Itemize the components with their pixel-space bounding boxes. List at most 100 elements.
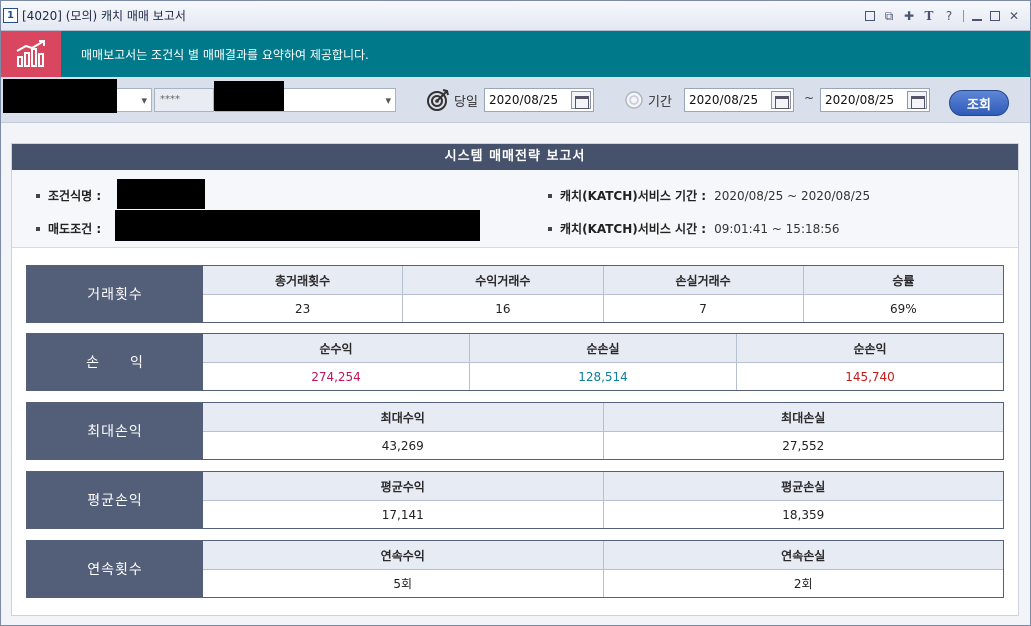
report-window: 1 [4020] (모의) 캐치 매매 보고서 ⧉ ✚ T ? ✕ 매매보고서는… — [0, 0, 1031, 626]
period-option[interactable]: 기간 — [624, 88, 672, 112]
total-trades-value: 23 — [203, 295, 403, 322]
max-pnl-table: 최대손익 최대수익 43,269 최대손실 27,552 — [26, 402, 1004, 460]
avg-profit-head: 평균수익 — [203, 472, 603, 501]
redacted-account — [3, 79, 117, 113]
win-rate-head: 승률 — [803, 266, 1003, 295]
period-from-value: 2020/08/25 — [689, 93, 759, 107]
condition-row: 조건식명 : — [36, 187, 109, 204]
chevron-down-icon: ▾ — [385, 94, 391, 107]
max-loss-head: 최대손실 — [603, 403, 1003, 432]
avg-loss-col: 평균손실 18,359 — [602, 472, 1003, 528]
window-number-badge: 1 — [3, 8, 18, 23]
today-date-field[interactable]: 2020/08/25 — [484, 88, 594, 112]
max-loss-col: 최대손실 27,552 — [602, 403, 1003, 459]
avg-loss-head: 평균손실 — [603, 472, 1003, 501]
today-date-value: 2020/08/25 — [489, 93, 559, 107]
minimize-icon[interactable] — [972, 18, 982, 21]
duplicate-icon[interactable]: ⧉ — [883, 10, 895, 22]
net-profit-value: 274,254 — [203, 363, 469, 390]
help-icon[interactable]: ? — [943, 10, 955, 22]
max-profit-head: 최대수익 — [203, 403, 603, 432]
net-pnl-value: 145,740 — [737, 363, 1003, 390]
service-period-label: 캐치(KATCH)서비스 기간 : — [560, 189, 707, 203]
max-profit-col: 최대수익 43,269 — [203, 403, 603, 459]
period-from-field[interactable]: 2020/08/25 — [684, 88, 794, 112]
report-panel: 시스템 매매전략 보고서 조건식명 : 매도조건 : 캐치(KATCH)서비스 … — [11, 143, 1019, 616]
redacted-name — [214, 81, 284, 111]
net-pnl-head: 순손익 — [737, 334, 1003, 363]
profit-trades-value: 16 — [403, 295, 603, 322]
redacted-condition — [117, 179, 205, 209]
avg-loss-value: 18,359 — [603, 501, 1003, 528]
win-streak-head: 연속수익 — [203, 541, 603, 570]
banner-text: 매매보고서는 조건식 별 매매결과를 요약하여 제공합니다. — [81, 47, 369, 62]
period-label: 기간 — [648, 94, 672, 110]
loss-streak-col: 연속손실 2회 — [602, 541, 1003, 597]
service-time-label: 캐치(KATCH)서비스 시간 : — [560, 222, 707, 236]
today-option[interactable]: 당일 — [426, 88, 478, 112]
period-to-field[interactable]: 2020/08/25 — [820, 88, 930, 112]
title-divider — [963, 9, 964, 22]
today-label: 당일 — [454, 94, 478, 110]
filter-toolbar: ▾ **** ▾ 당일 2020/08/25 기간 2020/08/25 ~ 2… — [1, 77, 1030, 123]
loss-streak-head: 연속손실 — [603, 541, 1003, 570]
streak-label: 연속횟수 — [27, 541, 203, 597]
info-banner: 매매보고서는 조건식 별 매매결과를 요약하여 제공합니다. — [1, 31, 1030, 77]
max-loss-value: 27,552 — [603, 432, 1003, 459]
pnl-label: 손 익 — [27, 334, 203, 390]
win-rate-col: 승률 69% — [802, 266, 1003, 322]
service-time-row: 캐치(KATCH)서비스 시간 : 09:01:41 ~ 15:18:56 — [548, 220, 840, 237]
net-profit-col: 순수익 274,254 — [203, 334, 469, 390]
max-profit-value: 43,269 — [203, 432, 603, 459]
chevron-down-icon: ▾ — [141, 94, 147, 107]
service-period-value: 2020/08/25 ~ 2020/08/25 — [714, 188, 871, 203]
target-icon — [427, 89, 449, 111]
sell-condition-label: 매도조건 : — [48, 222, 102, 236]
calendar-icon[interactable] — [907, 91, 927, 109]
max-pnl-label: 최대손익 — [27, 403, 203, 459]
profit-trades-head: 수익거래수 — [403, 266, 603, 295]
bullet — [36, 193, 40, 198]
total-trades-col: 총거래횟수 23 — [203, 266, 403, 322]
pnl-table: 손 익 순수익 274,254 순손실 128,514 순손익 145,740 — [26, 333, 1004, 391]
sell-condition-row: 매도조건 : — [36, 220, 109, 237]
net-profit-head: 순수익 — [203, 334, 469, 363]
calendar-icon[interactable] — [771, 91, 791, 109]
service-period-row: 캐치(KATCH)서비스 기간 : 2020/08/25 ~ 2020/08/2… — [548, 187, 870, 204]
maximize-icon[interactable] — [990, 10, 1000, 21]
streak-table: 연속횟수 연속수익 5회 연속손실 2회 — [26, 540, 1004, 598]
search-button[interactable]: 조회 — [949, 90, 1009, 116]
report-chart-icon — [1, 31, 61, 77]
calendar-icon[interactable] — [571, 91, 591, 109]
loss-trades-head: 손실거래수 — [603, 266, 803, 295]
total-trades-head: 총거래횟수 — [203, 266, 403, 295]
title-icons: ⧉ ✚ T ? ✕ — [865, 9, 1030, 22]
net-loss-value: 128,514 — [470, 363, 736, 390]
bullet — [548, 193, 552, 198]
avg-profit-col: 평균수익 17,141 — [203, 472, 603, 528]
font-size-icon[interactable]: T — [923, 10, 935, 22]
win-streak-col: 연속수익 5회 — [203, 541, 603, 597]
period-to-value: 2020/08/25 — [825, 93, 895, 107]
report-title: 시스템 매매전략 보고서 — [12, 144, 1018, 170]
trade-count-label: 거래횟수 — [27, 266, 203, 322]
period-separator: ~ — [804, 91, 815, 105]
net-pnl-col: 순손익 145,740 — [736, 334, 1003, 390]
loss-trades-col: 손실거래수 7 — [602, 266, 803, 322]
win-streak-value: 5회 — [203, 570, 603, 597]
net-loss-col: 순손실 128,514 — [469, 334, 736, 390]
win-rate-value: 69% — [803, 295, 1003, 322]
avg-pnl-label: 평균손익 — [27, 472, 203, 528]
redacted-sell-condition — [115, 210, 480, 241]
loss-trades-value: 7 — [603, 295, 803, 322]
link-window-icon[interactable] — [865, 10, 875, 21]
pin-icon[interactable]: ✚ — [903, 10, 915, 22]
loss-streak-value: 2회 — [603, 570, 1003, 597]
bullet — [548, 226, 552, 231]
window-title: [4020] (모의) 캐치 매매 보고서 — [22, 9, 186, 23]
password-field[interactable]: **** — [154, 88, 214, 112]
close-icon[interactable]: ✕ — [1008, 10, 1020, 22]
profit-trades-col: 수익거래수 16 — [402, 266, 603, 322]
report-info: 조건식명 : 매도조건 : 캐치(KATCH)서비스 기간 : 2020/08/… — [12, 170, 1018, 248]
title-bar: 1 [4020] (모의) 캐치 매매 보고서 ⧉ ✚ T ? ✕ — [1, 1, 1030, 31]
